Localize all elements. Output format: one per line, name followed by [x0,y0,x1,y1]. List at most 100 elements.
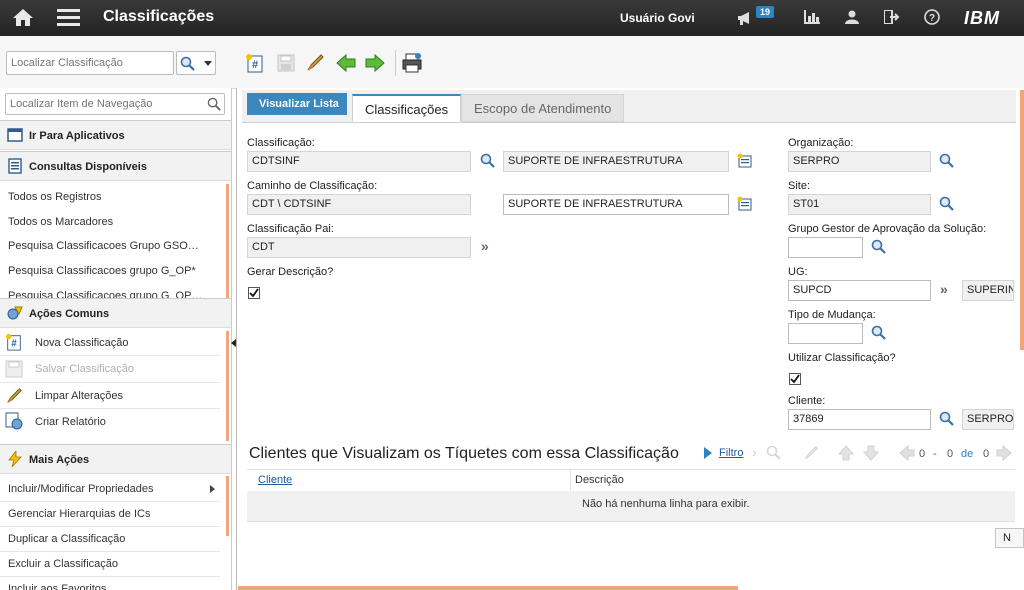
search-icon [180,56,195,71]
more-action-item[interactable]: Excluir a Classificação [8,558,118,570]
divider [0,551,220,552]
toolbar-divider [395,50,396,76]
long-description-icon[interactable] [737,196,753,212]
queries-scrollbar[interactable] [226,184,229,298]
action-clear-changes[interactable]: Limpar Alterações [35,390,123,402]
pager-of: de [961,448,974,460]
caminho-field[interactable]: CDT \ CDTSINF [247,194,471,215]
ug-field[interactable]: SUPCD [788,280,931,301]
user-name[interactable]: Usuário Govi [620,11,695,25]
search-button[interactable] [176,51,216,75]
previous-record-icon[interactable] [335,52,357,74]
new-record-icon: # [5,333,21,351]
action-new-classification[interactable]: Nova Classificação [35,337,129,349]
org-field[interactable]: SERPRO [788,151,931,172]
query-item[interactable]: Todos os Marcadores [8,216,113,228]
search-icon[interactable] [207,97,222,112]
action-save-classification: Salvar Classificação [35,363,135,375]
tab-classificacoes[interactable]: Classificações [352,94,462,122]
search-icon[interactable] [939,196,955,212]
gerar-checkbox[interactable] [248,287,260,299]
nav-search-input[interactable] [5,93,225,115]
filter-arrow-icon[interactable] [704,447,712,459]
query-item[interactable]: Pesquisa Classificacoes Grupo GSO… [8,240,199,252]
cliente-desc-field[interactable]: SERPRO [962,409,1014,430]
cliente-label: Cliente: [788,395,826,407]
horizontal-scrollbar[interactable] [238,586,738,590]
megaphone-icon[interactable] [737,10,755,29]
divider [0,408,220,409]
caminho-desc-field[interactable]: SUPORTE DE INFRAESTRUTURA [503,194,729,215]
queries-header[interactable]: Consultas Disponíveis [0,151,231,181]
more-actions-title: Mais Ações [29,454,90,466]
notification-badge[interactable]: 19 [756,6,775,18]
help-icon[interactable]: ? [924,9,940,28]
ug-label: UG: [788,266,808,278]
long-description-icon[interactable] [737,153,753,169]
actions-scrollbar[interactable] [226,331,229,441]
next-record-icon[interactable] [364,52,386,74]
go-to-icon[interactable]: » [940,281,948,297]
search-icon[interactable] [939,411,955,427]
pai-field[interactable]: CDT [247,237,471,258]
search-input[interactable] [6,51,174,75]
svg-text:#: # [252,59,258,71]
query-item[interactable]: Todos os Registros [8,191,102,203]
column-header-cliente[interactable]: Cliente [258,474,292,486]
utilizar-label: Utilizar Classificação? [788,352,896,364]
logout-icon[interactable] [883,9,900,27]
divider [0,382,220,383]
tab-escopo-atendimento[interactable]: Escopo de Atendimento [461,94,625,122]
filter-link[interactable]: Filtro [719,447,743,459]
more-action-item[interactable]: Incluir/Modificar Propriedades [8,483,154,495]
arrow-down-icon [863,445,879,461]
new-record-icon[interactable]: # [244,52,266,74]
vertical-scrollbar[interactable] [1020,90,1024,350]
divider [0,501,220,502]
clear-changes-icon[interactable] [304,52,326,74]
pager-total: 0 [983,448,990,460]
actions-icon [7,306,23,320]
reports-icon[interactable] [804,10,820,27]
toolbar: # [0,36,1024,89]
more-action-item[interactable]: Duplicar a Classificação [8,533,125,545]
common-actions-header[interactable]: Ações Comuns [0,298,231,328]
empty-table-message: Não há nenhuma linha para exibir. [582,498,750,510]
clear-changes-icon [7,388,22,403]
profile-icon[interactable] [845,10,859,27]
more-action-item[interactable]: Gerenciar Hierarquias de ICs [8,508,150,520]
left-navigation: Ir Para Aplicativos Consultas Disponívei… [0,88,232,590]
pai-label: Classificação Pai: [247,223,334,235]
tipo-label: Tipo de Mudança: [788,309,876,321]
home-icon[interactable] [12,7,34,30]
menu-icon[interactable] [57,8,80,29]
classificacao-field[interactable]: CDTSINF [247,151,471,172]
print-icon[interactable] [401,52,423,74]
search-icon[interactable] [871,239,887,255]
search-icon[interactable] [871,325,887,341]
search-icon [766,445,781,460]
new-row-button[interactable]: N [995,528,1024,548]
table-body: Não há nenhuma linha para exibir. [247,491,1015,522]
search-icon[interactable] [480,153,496,169]
go-to-apps-header[interactable]: Ir Para Aplicativos [0,120,231,150]
save-icon[interactable] [275,52,297,74]
more-actions-header[interactable]: Mais Ações [0,444,231,474]
tipo-field[interactable] [788,323,863,344]
classificacao-desc-field[interactable]: SUPORTE DE INFRAESTRUTURA [503,151,729,172]
svg-text:?: ? [929,13,935,24]
site-field[interactable]: ST01 [788,194,931,215]
utilizar-checkbox[interactable] [789,373,801,385]
ug-desc-field[interactable]: SUPERINT [962,280,1014,301]
search-icon[interactable] [939,153,955,169]
more-action-item[interactable]: Incluir aos Favoritos [8,583,106,590]
svg-text:#: # [11,339,17,350]
cliente-field[interactable]: 37869 [788,409,931,430]
more-actions-scrollbar[interactable] [226,476,229,536]
back-to-list-button[interactable]: Visualizar Lista [247,93,347,115]
query-item[interactable]: Pesquisa Classificacoes grupo G_OP* [8,265,196,277]
grupo-field[interactable] [788,237,863,258]
go-to-icon[interactable]: » [481,238,489,254]
action-create-report[interactable]: Criar Relatório [35,416,106,428]
previous-page-icon [899,445,915,461]
